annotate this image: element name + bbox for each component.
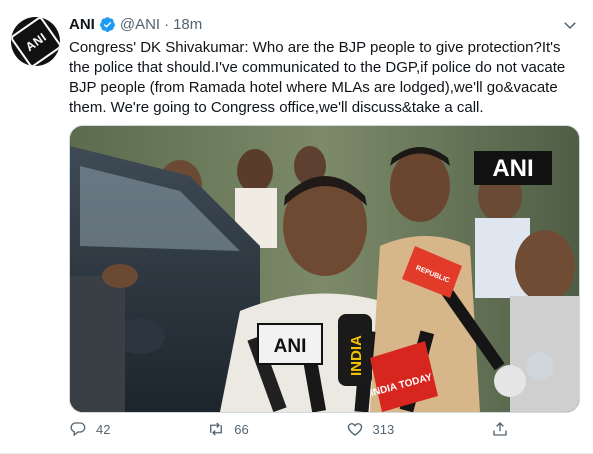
ani-watermark-text: ANI bbox=[492, 155, 533, 182]
like-count: 313 bbox=[372, 421, 395, 437]
tweet[interactable]: ANI ANI @ANI · 18m Congress' DK Shivakum… bbox=[0, 0, 593, 454]
share-icon bbox=[493, 422, 507, 436]
author-handle[interactable]: @ANI bbox=[120, 16, 160, 33]
separator-dot: · bbox=[164, 16, 170, 33]
chevron-down-icon[interactable] bbox=[561, 16, 579, 34]
retweet-icon bbox=[210, 422, 223, 436]
avatar[interactable]: ANI bbox=[11, 17, 60, 66]
like-button[interactable]: 313 bbox=[346, 420, 395, 438]
reply-icon bbox=[70, 422, 86, 437]
avatar-logo-text: ANI bbox=[22, 29, 49, 54]
reply-button[interactable]: 42 bbox=[69, 420, 110, 438]
tweet-text: Congress' DK Shivakumar: Who are the BJP… bbox=[69, 39, 566, 116]
tweet-timestamp[interactable]: 18m bbox=[173, 16, 202, 33]
india-mic-label: INDIA bbox=[348, 335, 365, 376]
tweet-media-image[interactable]: ANI INDIA INDIA TODAY REPUBLIC ANI bbox=[69, 125, 580, 413]
ani-logo: ANI bbox=[11, 17, 60, 66]
author-name[interactable]: ANI bbox=[69, 16, 95, 33]
like-icon bbox=[347, 423, 362, 436]
ani-mic-label: ANI bbox=[274, 336, 307, 357]
retweet-count: 66 bbox=[234, 421, 249, 437]
retweet-button[interactable]: 66 bbox=[207, 420, 249, 438]
verified-badge-icon bbox=[99, 17, 115, 32]
share-button[interactable] bbox=[491, 420, 509, 438]
reply-count: 42 bbox=[96, 421, 111, 437]
press-photo: ANI INDIA INDIA TODAY REPUBLIC ANI bbox=[70, 126, 579, 412]
tweet-header: ANI @ANI · 18m bbox=[69, 16, 202, 33]
tweet-actions: 42 66 313 bbox=[69, 420, 509, 438]
